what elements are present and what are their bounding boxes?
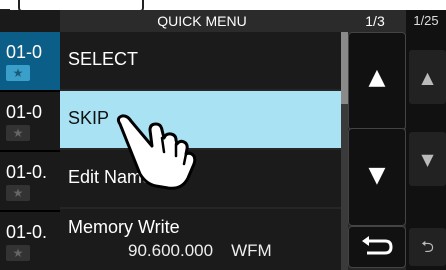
- star-icon: ★: [6, 65, 30, 81]
- background-back-button[interactable]: ⮌: [409, 228, 446, 266]
- return-icon: [362, 236, 393, 255]
- page-indicator: 1/3: [344, 10, 406, 32]
- menu-title: QUICK MENU: [60, 10, 344, 32]
- pointing-hand-icon: [116, 114, 197, 190]
- down-arrow-icon: ▼: [368, 163, 386, 188]
- channel-label: 01-0: [6, 42, 43, 62]
- return-icon: ⮌: [421, 237, 434, 256]
- back-button[interactable]: [348, 226, 406, 268]
- star-icon: ★: [6, 125, 30, 141]
- up-arrow-icon: ▲: [421, 68, 434, 87]
- star-icon: ★: [6, 185, 30, 201]
- background-up-button[interactable]: ▲: [409, 50, 446, 104]
- background-down-button[interactable]: ▼: [409, 132, 446, 186]
- background-channel-row[interactable]: 01-0 ★: [0, 32, 60, 92]
- star-icon: ★: [6, 245, 30, 261]
- background-channel-row[interactable]: 01-0. ★: [0, 212, 60, 270]
- menu-item-memory-write[interactable]: Memory Write 90.600.000 WFM: [60, 209, 341, 270]
- scroll-down-button[interactable]: ▼: [348, 128, 406, 226]
- menu-item-label: SELECT: [68, 49, 139, 69]
- memory-write-detail: 90.600.000 WFM: [128, 241, 272, 261]
- menu-item-label: SKIP: [68, 108, 110, 128]
- scrollbar[interactable]: [341, 32, 348, 270]
- channel-label: 01-0.: [6, 162, 48, 182]
- frequency-value: 90.600.000: [128, 241, 214, 260]
- radio-screen: 01-0 ★ 01-0 ★ 01-0. ★ 01-0. ★ 1/25 ▲ ▼ ⮌…: [0, 10, 446, 270]
- background-header: [0, 10, 60, 32]
- channel-label: 01-0: [6, 102, 43, 122]
- background-right-column: 1/25 ▲ ▼ ⮌: [406, 10, 446, 270]
- channel-label: 01-0.: [6, 222, 48, 242]
- down-arrow-icon: ▼: [421, 150, 434, 169]
- up-arrow-icon: ▲: [368, 65, 386, 90]
- menu-item-select[interactable]: SELECT: [60, 32, 341, 89]
- background-channel-row[interactable]: 01-0 ★: [0, 92, 60, 152]
- scroll-up-button[interactable]: ▲: [348, 32, 406, 130]
- menu-item-label: Memory Write: [68, 217, 180, 237]
- background-channel-row[interactable]: 01-0. ★: [0, 152, 60, 212]
- scrollbar-thumb[interactable]: [341, 32, 348, 104]
- mode-value: WFM: [231, 241, 272, 260]
- outer-page-indicator: 1/25: [413, 13, 439, 28]
